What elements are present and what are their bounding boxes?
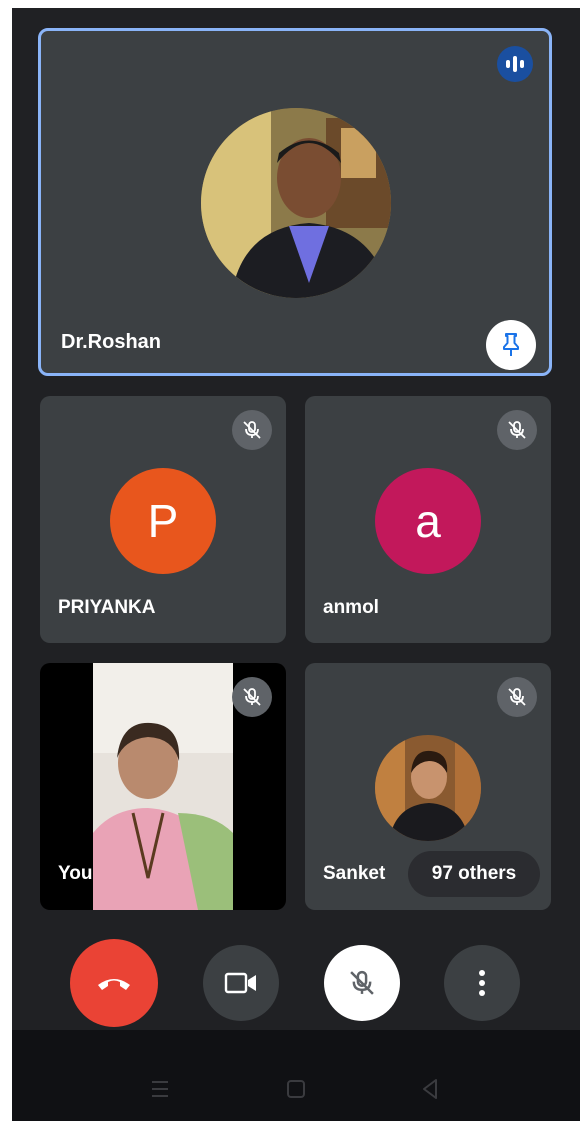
self-video-feed [93,663,233,910]
speaker-avatar [201,108,391,298]
main-speaker-tile[interactable]: Dr.Roshan [38,28,552,376]
others-chip[interactable]: 97 others [408,851,540,897]
participant-tile-anmol[interactable]: a anmol [305,396,551,643]
end-call-button[interactable] [70,939,158,1027]
recents-icon[interactable] [150,1080,170,1098]
mic-off-indicator [497,677,537,717]
camera-button[interactable] [203,945,279,1021]
participant-name: You [58,863,93,884]
mic-off-icon [243,421,261,439]
video-camera-icon [224,972,256,994]
pin-button[interactable] [486,320,536,370]
participant-avatar: P [110,468,216,574]
others-count-label: 97 others [431,863,517,884]
participant-name: PRIYANKA [58,597,156,618]
pin-icon [503,333,519,356]
phone-hangup-icon [98,979,130,990]
participant-name: anmol [323,597,379,618]
participant-avatar [375,735,481,841]
participant-tile-priyanka[interactable]: P PRIYANKA [40,396,286,643]
participant-name: Sanket [323,863,386,884]
mic-off-icon [350,970,374,995]
participant-avatar: a [375,468,481,574]
back-icon[interactable] [420,1078,440,1100]
mic-off-icon [508,688,526,706]
microphone-button[interactable] [324,945,400,1021]
status-strip [12,0,580,8]
speaking-indicator-icon [497,46,533,82]
mic-off-indicator [232,677,272,717]
mic-off-icon [508,421,526,439]
participant-tile-you[interactable]: You [40,663,286,910]
more-options-button[interactable] [444,945,520,1021]
meet-call-screen: Dr.Roshan P PRIYANKA a anmol You Sanket … [12,0,580,1121]
more-vert-icon [479,970,485,996]
system-navigation-bar [12,1030,580,1121]
speaker-name: Dr.Roshan [61,331,162,353]
mic-off-icon [243,688,261,706]
mic-off-indicator [497,410,537,450]
home-icon[interactable] [286,1079,306,1099]
participant-tile-sanket[interactable]: Sanket 97 others [305,663,551,910]
mic-off-indicator [232,410,272,450]
